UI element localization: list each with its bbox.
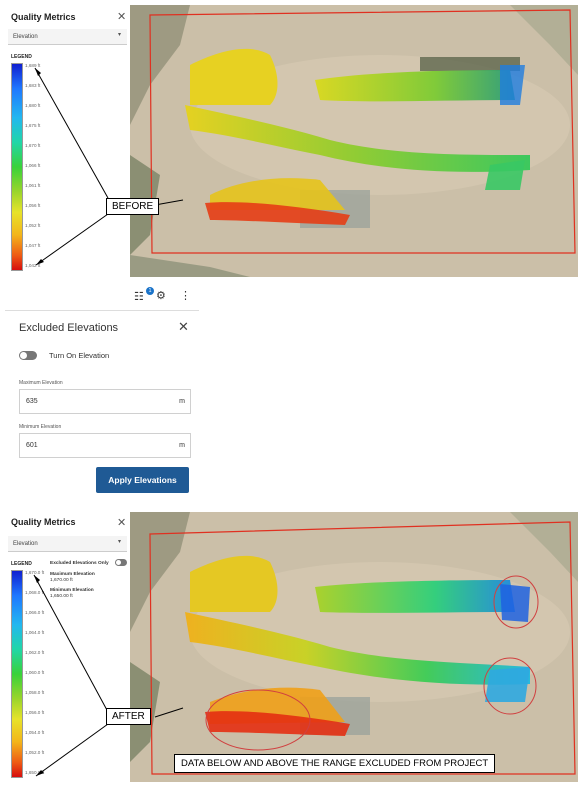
after-arrows: [33, 574, 184, 777]
after-callout: AFTER: [106, 708, 151, 725]
excluded-range-banner: DATA BELOW AND ABOVE THE RANGE EXCLUDED …: [174, 754, 496, 773]
